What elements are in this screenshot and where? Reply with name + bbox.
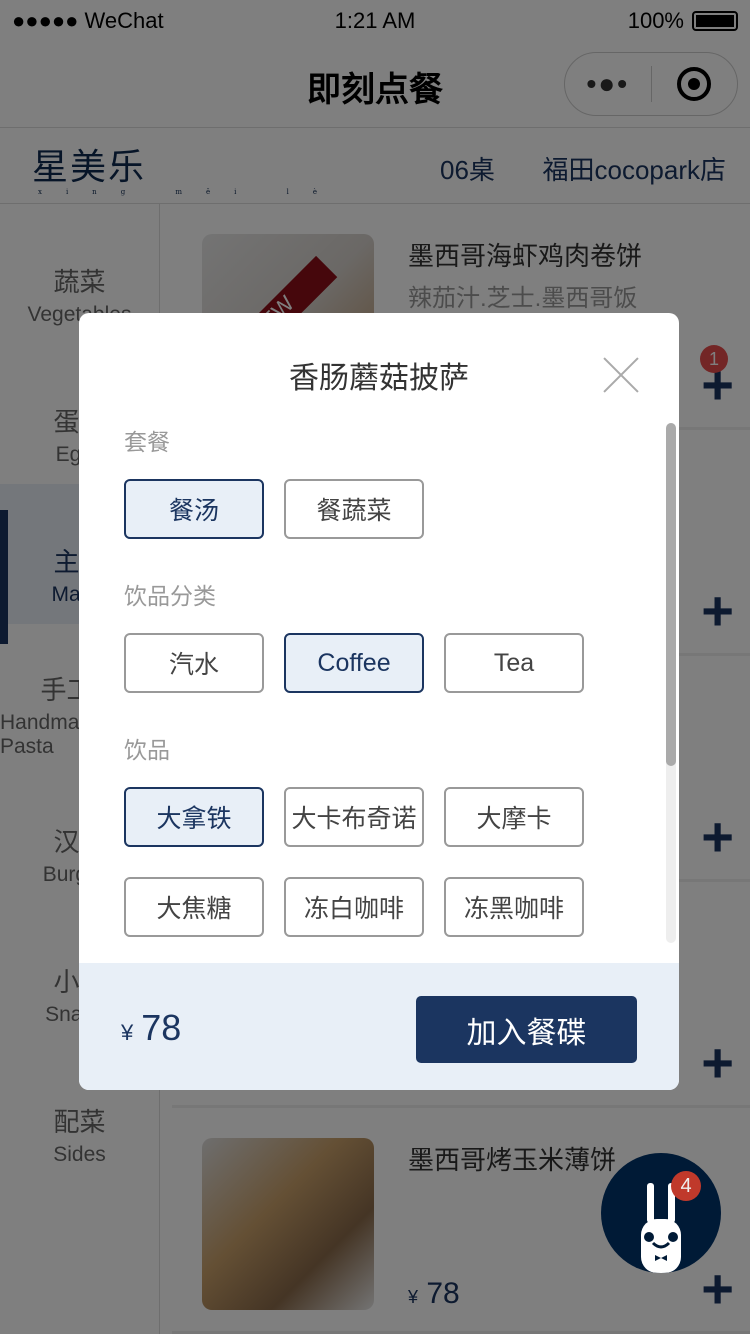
option-group-label: 饮品 bbox=[124, 737, 170, 763]
option-group-label: 饮品分类 bbox=[124, 583, 216, 609]
option-button[interactable]: 大焦糖 bbox=[124, 877, 264, 937]
close-icon[interactable] bbox=[603, 357, 639, 393]
option-button[interactable]: 大卡布奇诺 bbox=[284, 787, 424, 847]
option-modal: 香肠蘑菇披萨 套餐餐汤 餐蔬菜饮品分类汽水 Coffee Tea 饮品大拿铁 大卡布奇诺大… bbox=[79, 313, 679, 1090]
option-group: 餐汤 餐蔬菜 bbox=[124, 479, 624, 539]
option-button[interactable]: 大拿铁 bbox=[124, 787, 264, 847]
option-group-label: 套餐 bbox=[124, 429, 170, 455]
option-group: 汽水 Coffee Tea bbox=[124, 633, 624, 693]
modal-title: 香肠蘑菇披萨 bbox=[289, 362, 469, 395]
option-button[interactable]: 大摩卡 bbox=[444, 787, 584, 847]
scrollbar[interactable] bbox=[666, 423, 676, 943]
add-to-cart-button[interactable]: 加入餐碟 bbox=[416, 996, 637, 1063]
modal-footer: ¥78 加入餐碟 bbox=[79, 963, 679, 1090]
cart-count-badge: 4 bbox=[671, 1171, 701, 1201]
cart-button[interactable] bbox=[601, 1153, 721, 1273]
total-price: ¥78 bbox=[121, 1007, 182, 1048]
option-group: 大拿铁 大卡布奇诺 大摩卡大焦糖 冻白咖啡 冻黑咖啡 bbox=[124, 787, 624, 937]
option-button[interactable]: 汽水 bbox=[124, 633, 264, 693]
option-button[interactable]: 冻白咖啡 bbox=[284, 877, 424, 937]
option-groups: 套餐餐汤 餐蔬菜饮品分类汽水 Coffee Tea 饮品大拿铁 大卡布奇诺 大摩卡大焦糖 冻白… bbox=[124, 423, 624, 975]
option-button[interactable]: Coffee bbox=[284, 633, 424, 693]
option-button[interactable]: Tea bbox=[444, 633, 584, 693]
option-button[interactable]: 餐蔬菜 bbox=[284, 479, 424, 539]
option-button[interactable]: 冻黑咖啡 bbox=[444, 877, 584, 937]
option-button[interactable]: 餐汤 bbox=[124, 479, 264, 539]
